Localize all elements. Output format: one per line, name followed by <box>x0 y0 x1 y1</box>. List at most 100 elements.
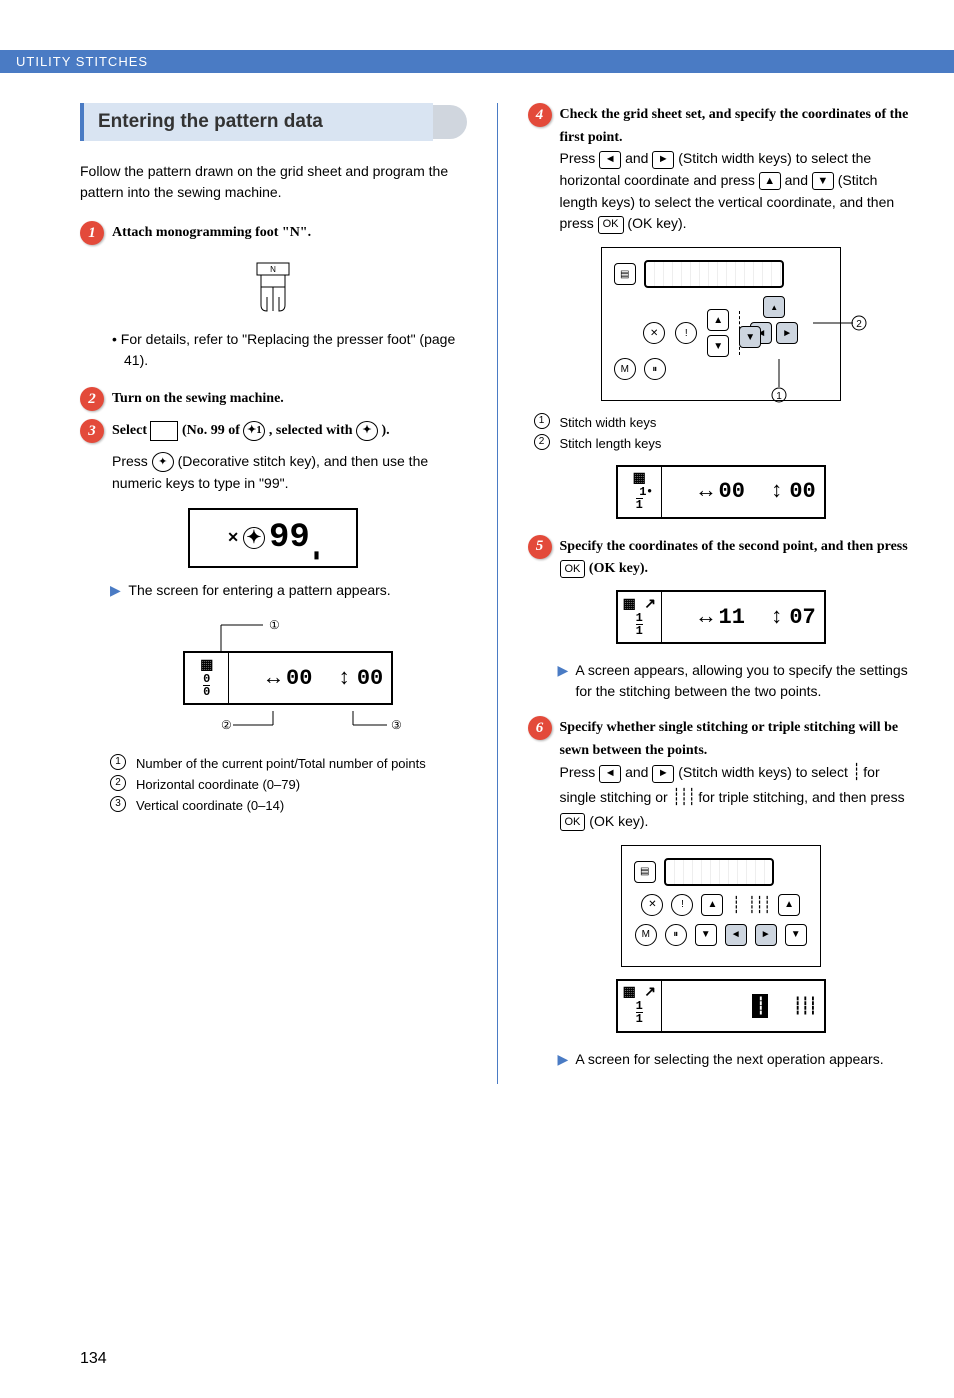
result6-text: A screen for selecting the next operatio… <box>575 1051 883 1067</box>
ok-key-icon: OK <box>598 216 624 234</box>
presser-foot-icon: N <box>243 257 303 317</box>
lcd0-callouts: 1 Number of the current point/Total numbe… <box>110 754 467 816</box>
pc1t: Stitch width keys <box>560 413 657 434</box>
grid-icon: ▦ ↗ <box>623 986 656 1000</box>
foot-figure: N <box>80 257 467 317</box>
panel-up2-icon: ▲ <box>778 894 800 916</box>
left-key-icon: ◄ <box>599 151 621 169</box>
grid-icon: ▦ <box>200 659 213 673</box>
panel-callouts: 1Stitch width keys 2Stitch length keys <box>534 413 915 455</box>
step-6: 6 Specify whether single stitching or tr… <box>528 716 915 833</box>
column-divider <box>497 103 498 1084</box>
svg-text:③: ③ <box>391 718 402 732</box>
triple-stitch-icon: ┊┊┊ <box>747 895 770 915</box>
ok-key-icon: OK <box>560 813 586 831</box>
triple-stitch-icon: ┊┊┊ <box>793 996 816 1016</box>
step3-a: Select <box>112 423 150 438</box>
s4b: and <box>625 150 652 166</box>
step-num-2: 2 <box>80 387 104 411</box>
panel-pause-icon: ⏸ <box>644 358 666 380</box>
page-number: 134 <box>80 1350 107 1368</box>
result-arrow-icon: ▶ <box>110 582 121 598</box>
step-3: 3 Select (No. 99 of ✦1 , selected with ✦… <box>80 419 467 443</box>
lcd4-total: 1 <box>636 498 643 512</box>
step1-text: Attach monogramming foot "N". <box>112 225 311 240</box>
lcd5-figure: ▦ ↗ 1 1 ↔11 ↕07 <box>528 590 915 644</box>
panel-info-icon: ! <box>675 322 697 344</box>
screen-99-figure: ✕ ✦ 99 ▮ <box>80 508 467 568</box>
lcd0-v: 00 <box>357 666 383 691</box>
title-end-cap <box>433 105 467 139</box>
step3-b: (No. 99 of <box>182 423 243 438</box>
s5b: (OK key). <box>589 561 648 576</box>
lcd0-figure: ① ② ③ ▦ 0 0 ↔00 <box>80 615 467 738</box>
step-4: 4 Check the grid sheet set, and specify … <box>528 103 915 235</box>
result5-text: A screen appears, allowing you to specif… <box>575 662 907 699</box>
control-panel-figure: ▤ ✕ ! ▲ ▼ ▲ ◄ <box>601 247 841 401</box>
lcd0-h: 00 <box>286 666 312 691</box>
step3-d: ). <box>382 423 390 438</box>
deco-key-icon-2: ✦ <box>152 452 174 472</box>
h-arrow-icon: ↔ <box>267 666 280 691</box>
panel-down-icon: ▼ <box>707 335 729 357</box>
step-num-5: 5 <box>528 535 552 559</box>
lcd6-box: ▦ ↗ 1 1 ┊ ┊┊┊ <box>616 979 826 1033</box>
panel-mem-icon: M <box>614 358 636 380</box>
svg-text:②: ② <box>221 718 232 732</box>
panel-down2-icon: ▼ <box>739 326 761 348</box>
step-num-6: 6 <box>528 716 552 740</box>
single-stitch-icon: ┊ <box>852 764 860 781</box>
panel-cancel-icon: ✕ <box>641 894 663 916</box>
panel-info-icon: ! <box>671 894 693 916</box>
triple-stitch-icon: ┊┊┊ <box>672 789 695 806</box>
pc1n: 1 <box>534 413 550 429</box>
lcd4-box: ▦ •1 1 ↔00 ↕00 <box>616 465 826 519</box>
screen-99-value: 99 <box>269 519 310 557</box>
mode-icon-1: ✦1 <box>243 421 265 441</box>
svg-text:2: 2 <box>856 319 862 330</box>
callout-1-text: Number of the current point/Total number… <box>136 754 426 775</box>
step-1: 1 Attach monogramming foot "N". <box>80 221 467 245</box>
screen-99: ✕ ✦ 99 ▮ <box>188 508 358 568</box>
header-bar: UTILITY STITCHES <box>0 50 954 73</box>
panel-down-icon: ▼ <box>695 924 717 946</box>
v-arrow-icon: ↕ <box>338 666 351 691</box>
right-column: 4 Check the grid sheet set, and specify … <box>528 103 915 1084</box>
ok-key-icon: OK <box>560 560 586 578</box>
section-title: Entering the pattern data <box>80 103 433 141</box>
callout-num-2: 2 <box>110 775 126 791</box>
panel-pause-icon: ⏸ <box>665 924 687 946</box>
svg-text:①: ① <box>269 618 280 632</box>
result-6: ▶ A screen for selecting the next operat… <box>558 1049 915 1070</box>
up-key-icon: ▲ <box>759 172 781 190</box>
lcd4-h: 00 <box>719 479 745 504</box>
lcd0-box: ▦ 0 0 ↔00 ↕00 <box>183 651 393 705</box>
content: Entering the pattern data Follow the pat… <box>0 73 954 1084</box>
panel-menu-icon: ▤ <box>614 263 636 285</box>
panel-menu-icon: ▤ <box>634 861 656 883</box>
callout-num-1: 1 <box>110 754 126 770</box>
intro-text: Follow the pattern drawn on the grid she… <box>80 161 467 203</box>
s6f: (OK key). <box>589 813 648 829</box>
grid-icon: ▦ <box>633 472 646 486</box>
left-column: Entering the pattern data Follow the pat… <box>80 103 467 1084</box>
s6a: Press <box>560 764 600 780</box>
panel-right-icon: ► <box>755 924 777 946</box>
result-5: ▶ A screen appears, allowing you to spec… <box>558 660 915 702</box>
right-key-icon: ► <box>652 151 674 169</box>
panel-cancel-icon: ✕ <box>643 322 665 344</box>
deco-key-icon: ✦ <box>356 421 378 441</box>
panel-up-icon: ▲ <box>707 309 729 331</box>
lcd0-point: 0 <box>203 672 210 686</box>
lcd5-total: 1 <box>636 624 643 638</box>
panel-screen <box>664 858 774 886</box>
header-title: UTILITY STITCHES <box>16 54 148 69</box>
right-key-icon: ► <box>652 765 674 783</box>
lcd4-figure: ▦ •1 1 ↔00 ↕00 <box>528 465 915 519</box>
section-title-wrap: Entering the pattern data <box>80 103 467 141</box>
s6b: and <box>625 764 652 780</box>
grid-icon: ▦ ↗ <box>623 598 656 612</box>
lcd6-figure: ▦ ↗ 1 1 ┊ ┊┊┊ <box>528 979 915 1033</box>
single-stitch-selected-icon: ┊ <box>752 994 768 1018</box>
lcd5-box: ▦ ↗ 1 1 ↔11 ↕07 <box>616 590 826 644</box>
